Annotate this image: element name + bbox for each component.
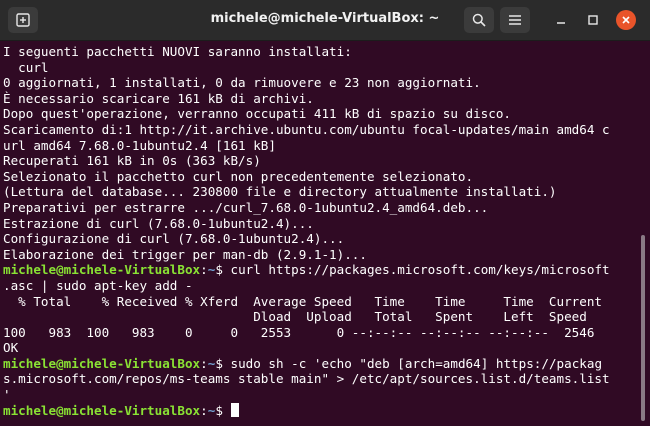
prompt-separator: : (200, 262, 208, 278)
output-line: url amd64 7.68.0-1ubuntu2.4 [161 kB] (3, 137, 276, 153)
prompt-symbol: $ (215, 262, 231, 278)
output-line: Preparativi per estrarre .../curl_7.68.0… (3, 199, 489, 215)
close-icon (622, 16, 630, 24)
terminal-window: michele@michele-VirtualBox: ~ I seguenti… (0, 0, 650, 426)
minimize-icon (557, 22, 565, 24)
search-button[interactable] (464, 7, 494, 33)
new-tab-icon (16, 13, 30, 27)
minimize-button[interactable] (546, 7, 576, 33)
output-line: Elaborazione dei trigger per man-db (2.9… (3, 246, 367, 262)
text-cursor (230, 402, 239, 417)
curl-header-line: % Total % Received % Xferd Average Speed… (3, 293, 602, 309)
menu-button[interactable] (500, 7, 530, 33)
output-line: Selezionato il pacchetto curl non preced… (3, 168, 474, 184)
prompt-symbol: $ (215, 402, 231, 418)
output-line: È necessario scaricare 161 kB di archivi… (3, 90, 314, 106)
curl-progress-line: 100 983 100 983 0 0 2553 0 --:--:-- --:-… (3, 324, 595, 340)
output-line: Recuperati 161 kB in 0s (363 kB/s) (3, 153, 261, 169)
output-line: I seguenti pacchetti NUOVI saranno insta… (3, 44, 352, 59)
output-line: Dopo quest'operazione, verranno occupati… (3, 106, 511, 122)
prompt-separator: : (200, 402, 208, 418)
output-line: curl (3, 59, 49, 75)
maximize-icon (588, 15, 598, 25)
new-tab-button[interactable] (8, 7, 38, 33)
output-line: Scaricamento di:1 http://it.archive.ubun… (3, 121, 610, 137)
output-line: Configurazione di curl (7.68.0-1ubuntu2.… (3, 231, 345, 247)
command-text: sudo sh -c 'echo "deb [arch=amd64] https… (230, 355, 603, 371)
close-button[interactable] (616, 10, 636, 30)
command-continuation: s.microsoft.com/repos/ms-teams stable ma… (3, 371, 610, 387)
title-bar: michele@michele-VirtualBox: ~ (0, 0, 650, 41)
command-continuation: ' (3, 387, 11, 403)
terminal-output[interactable]: I seguenti pacchetti NUOVI saranno insta… (0, 41, 640, 426)
prompt-user-host: michele@michele-VirtualBox (3, 402, 201, 418)
prompt-line: michele@michele-VirtualBox:~$ sudo sh -c… (3, 356, 640, 372)
curl-header-line: Dload Upload Total Spent Left Speed (3, 309, 587, 325)
output-line: 0 aggiornati, 1 installati, 0 da rimuove… (3, 75, 481, 91)
scrollbar-thumb[interactable] (641, 235, 645, 421)
command-text: curl https://packages.microsoft.com/keys… (230, 262, 610, 278)
prompt-separator: : (200, 355, 208, 371)
command-continuation: .asc | sudo apt-key add - (3, 277, 193, 293)
prompt-line: michele@michele-VirtualBox:~$ curl https… (3, 262, 640, 278)
prompt-user-host: michele@michele-VirtualBox (3, 355, 201, 371)
prompt-user-host: michele@michele-VirtualBox (3, 262, 201, 278)
output-line: Estrazione di curl (7.68.0-1ubuntu2.4)..… (3, 215, 314, 231)
maximize-button[interactable] (578, 7, 608, 33)
prompt-symbol: $ (215, 355, 231, 371)
output-line: (Lettura del database... 230800 file e d… (3, 184, 557, 200)
search-icon (472, 13, 486, 27)
hamburger-menu-icon (509, 15, 521, 25)
output-line: OK (3, 340, 19, 356)
prompt-line: michele@michele-VirtualBox:~$ (3, 402, 640, 419)
